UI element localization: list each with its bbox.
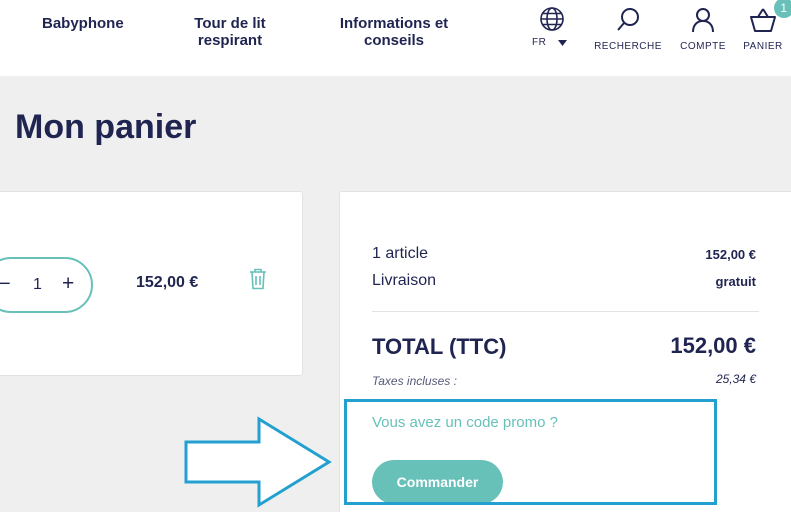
trash-icon[interactable] bbox=[249, 268, 267, 290]
shipping-value: gratuit bbox=[715, 274, 756, 289]
nav-informations[interactable]: Informations et conseils bbox=[326, 15, 462, 49]
basket-icon bbox=[750, 8, 776, 32]
tax-value: 25,34 € bbox=[715, 372, 756, 386]
nav-babyphone-label: Babyphone bbox=[42, 15, 124, 32]
nav-tour-de-lit[interactable]: Tour de lit respirant bbox=[182, 15, 278, 49]
nav-tour-de-lit-line2: respirant bbox=[197, 32, 263, 49]
language-code: FR bbox=[532, 37, 547, 48]
search-button[interactable]: RECHERCHE bbox=[591, 7, 665, 52]
nav-tour-de-lit-line1: Tour de lit bbox=[194, 15, 266, 32]
arrow-right-icon bbox=[184, 416, 332, 508]
account-button[interactable]: COMPTE bbox=[676, 7, 730, 52]
total-value: 152,00 € bbox=[670, 333, 756, 358]
language-selector[interactable]: FR bbox=[532, 6, 572, 48]
quantity-stepper: − 1 + bbox=[0, 257, 93, 313]
total-label: TOTAL (TTC) bbox=[372, 334, 507, 359]
search-label: RECHERCHE bbox=[594, 41, 662, 52]
item-price: 152,00 € bbox=[136, 274, 199, 291]
nav-informations-line1: Informations et bbox=[339, 15, 449, 32]
caret-down-icon bbox=[557, 39, 567, 46]
cart-label: PANIER bbox=[743, 41, 783, 52]
cart-item-card: − 1 + 152,00 € bbox=[0, 191, 303, 376]
search-icon bbox=[617, 8, 639, 31]
tax-label: Taxes incluses : bbox=[372, 374, 457, 388]
highlight-frame bbox=[344, 399, 717, 505]
globe-icon bbox=[540, 7, 564, 31]
increase-quantity-button[interactable]: + bbox=[62, 272, 74, 296]
articles-label: 1 article bbox=[372, 245, 429, 262]
account-label: COMPTE bbox=[680, 41, 726, 52]
cart-count-badge: 1 bbox=[774, 0, 791, 18]
user-icon bbox=[692, 8, 714, 33]
nav-informations-line2: conseils bbox=[363, 32, 425, 49]
site-header: Babyphone Tour de lit respirant Informat… bbox=[0, 0, 791, 76]
quantity-value[interactable]: 1 bbox=[33, 276, 42, 294]
shipping-label: Livraison bbox=[372, 272, 437, 289]
articles-value: 152,00 € bbox=[705, 247, 756, 262]
summary-divider bbox=[372, 311, 759, 312]
page-title: Mon panier bbox=[15, 108, 197, 146]
decrease-quantity-button[interactable]: − bbox=[0, 273, 11, 296]
cart-button[interactable]: PANIER 1 bbox=[738, 0, 791, 52]
nav-babyphone[interactable]: Babyphone bbox=[42, 15, 124, 32]
